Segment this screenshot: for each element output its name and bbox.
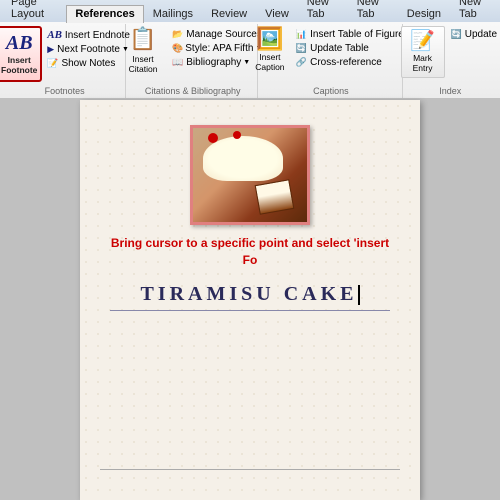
instruction-text: Bring cursor to a specific point and sel… — [110, 235, 390, 269]
index-group-label: Index — [405, 86, 496, 96]
mark-entry-label: Mark Entry — [413, 53, 433, 73]
tab-review[interactable]: Review — [202, 5, 256, 23]
insert-caption-label: Insert Caption — [255, 52, 284, 72]
title-text: TIRAMISU CAKE — [140, 283, 357, 305]
update-table-label: Update Table — [310, 43, 369, 54]
mark-entry-button[interactable]: 📝 Mark Entry — [401, 26, 445, 78]
cross-ref-label: Cross-reference — [310, 57, 382, 68]
document-title: TIRAMISU CAKE — [110, 283, 390, 311]
captions-small-buttons: 📊 Insert Table of Figures 🔄 Update Table… — [293, 26, 412, 69]
update-table-button[interactable]: 🔄 Update Table — [293, 42, 412, 55]
show-notes-label: Show Notes — [61, 58, 115, 69]
cake-topping-2 — [233, 131, 241, 139]
cross-reference-button[interactable]: 🔗 Cross-reference — [293, 56, 412, 69]
cake-image[interactable] — [190, 125, 310, 225]
next-footnote-label: Next Footnote ▼ — [57, 44, 129, 55]
tab-view[interactable]: View — [256, 5, 298, 23]
insert-citation-label: Insert Citation — [129, 54, 158, 74]
style-icon: 🎨 — [172, 43, 183, 54]
instruction-label: Bring cursor to a specific point and sel… — [111, 236, 389, 267]
insert-citation-button[interactable]: 📋 Insert Citation — [120, 26, 166, 78]
footnotes-group-label: Footnotes — [4, 86, 125, 96]
group-footnotes: AB Insert Footnote AB Insert Endnote ▶ N… — [4, 24, 126, 98]
cake-cream — [203, 136, 283, 181]
group-captions: 🖼️ Insert Caption 📊 Insert Table of Figu… — [260, 24, 402, 98]
group-citations: 📋 Insert Citation 📂 Manage Sources 🎨 Sty… — [128, 24, 258, 98]
footnote-ab-icon: AB — [6, 33, 33, 53]
bibliography-icon: 📖 — [172, 57, 183, 68]
tab-newtab3[interactable]: New Tab — [450, 0, 500, 23]
update-table-icon: 🔄 — [296, 43, 307, 54]
index-update-button[interactable]: 🔄 Update — [448, 28, 500, 41]
tab-page-layout[interactable]: Page Layout — [2, 0, 66, 23]
tab-references[interactable]: References — [66, 5, 143, 23]
bibliography-label: Bibliography — [186, 57, 241, 68]
cake-slice — [255, 179, 295, 215]
tof-label: Insert Table of Figures — [310, 29, 409, 40]
image-wrapper — [110, 125, 390, 225]
tof-icon: 📊 — [296, 29, 307, 40]
citation-icon: 📋 — [129, 26, 156, 52]
tab-design[interactable]: Design — [398, 5, 450, 23]
index-update-label: Update — [465, 29, 497, 40]
insert-footnote-label: Insert Footnote — [1, 55, 37, 75]
group-index: 📝 Mark Entry 🔄 Update Index — [405, 24, 496, 98]
cross-ref-icon: 🔗 — [296, 57, 307, 68]
next-footnote-icon: ▶ — [47, 44, 54, 55]
insert-footnote-button[interactable]: AB Insert Footnote — [0, 26, 42, 82]
insert-table-of-figures-button[interactable]: 📊 Insert Table of Figures — [293, 28, 412, 41]
mark-entry-icon: 📝 — [410, 29, 435, 53]
doc-separator — [100, 469, 400, 470]
cake-topping-1 — [208, 133, 218, 143]
insert-caption-button[interactable]: 🖼️ Insert Caption — [250, 26, 290, 78]
show-notes-icon: 📝 — [47, 58, 58, 69]
caption-icon: 🖼️ — [256, 28, 283, 50]
ribbon: Page Layout References Mailings Review V… — [0, 0, 500, 90]
tab-mailings[interactable]: Mailings — [144, 5, 202, 23]
document-page[interactable]: Bring cursor to a specific point and sel… — [80, 100, 420, 500]
index-small-buttons: 🔄 Update — [448, 26, 500, 41]
endnote-icon: AB — [47, 29, 62, 41]
captions-group-label: Captions — [260, 86, 401, 96]
index-update-icon: 🔄 — [451, 29, 462, 40]
tab-newtab1[interactable]: New Tab — [298, 0, 348, 23]
ribbon-body: AB Insert Footnote AB Insert Endnote ▶ N… — [0, 22, 500, 98]
style-label: 🎨 Style: APA Fifth ▼ — [172, 43, 262, 54]
manage-sources-icon: 📂 — [172, 29, 183, 40]
cursor-bar — [358, 285, 360, 305]
citations-group-label: Citations & Bibliography — [128, 86, 257, 96]
ribbon-tabs: Page Layout References Mailings Review V… — [0, 0, 500, 22]
tab-newtab2[interactable]: New Tab — [348, 0, 398, 23]
document-area: Bring cursor to a specific point and sel… — [0, 90, 500, 500]
